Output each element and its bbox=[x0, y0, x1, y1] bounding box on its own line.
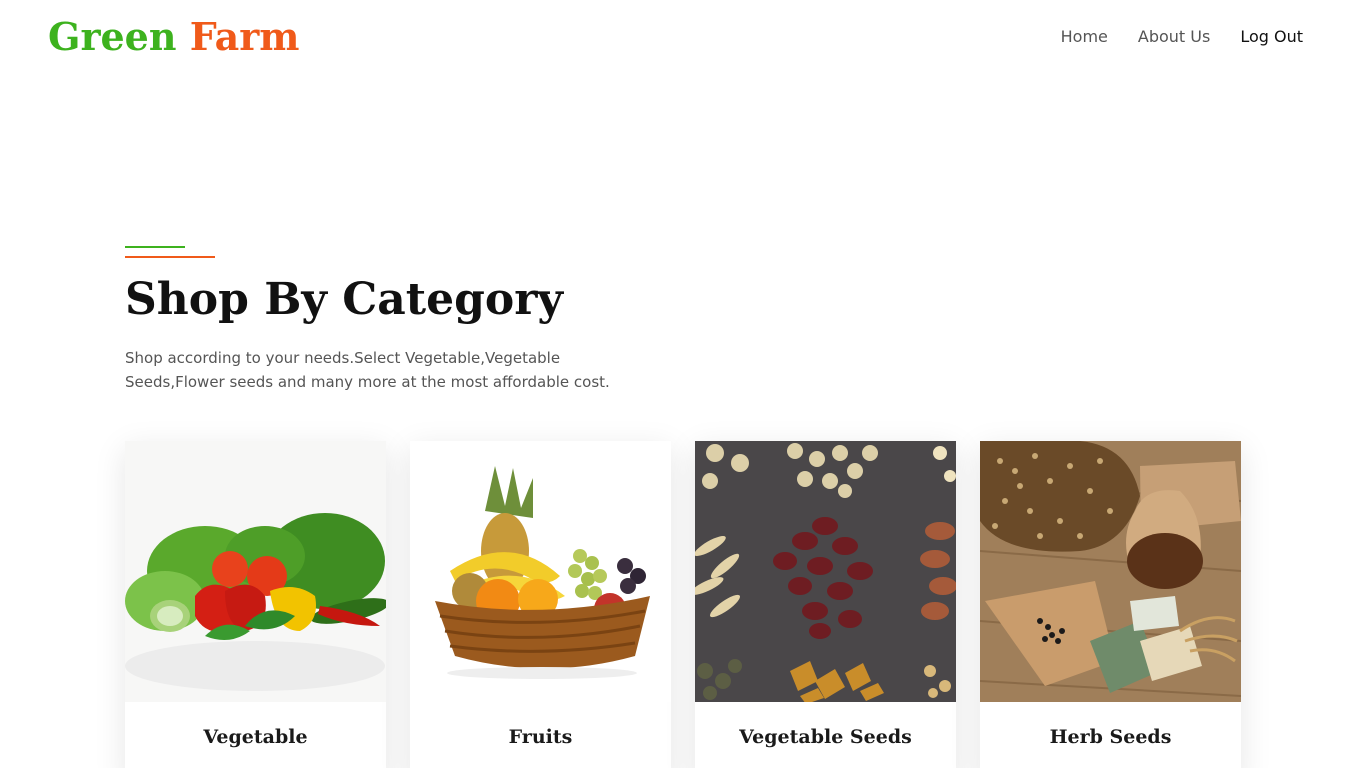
navbar: Green Farm Home About Us Log Out bbox=[0, 0, 1366, 80]
category-cards: Vegetable Fruits Vegetable Seeds Herb Se… bbox=[125, 441, 1241, 768]
vegetables-photo bbox=[125, 441, 386, 702]
brand-logo[interactable]: Green Farm bbox=[48, 14, 299, 59]
category-label: Herb Seeds bbox=[1049, 725, 1172, 748]
main-nav: Home About Us Log Out bbox=[1061, 27, 1303, 46]
category-label: Fruits bbox=[508, 725, 573, 748]
category-label: Vegetable bbox=[203, 725, 308, 748]
nav-logout-link[interactable]: Log Out bbox=[1240, 27, 1303, 46]
herb-seeds-photo bbox=[980, 441, 1241, 702]
brand-word-green: Green bbox=[48, 14, 177, 59]
heading-accent-green bbox=[125, 246, 185, 248]
category-label: Vegetable Seeds bbox=[739, 725, 912, 748]
nav-home-link[interactable]: Home bbox=[1061, 27, 1108, 46]
category-card-vegetable[interactable]: Vegetable bbox=[125, 441, 386, 768]
section-description: Shop according to your needs.Select Vege… bbox=[125, 349, 610, 391]
category-card-fruits[interactable]: Fruits bbox=[410, 441, 671, 768]
heading-accent-orange bbox=[125, 256, 215, 258]
category-card-herb-seeds[interactable]: Herb Seeds bbox=[980, 441, 1241, 768]
vegetable-seeds-photo bbox=[695, 441, 956, 702]
brand-word-farm: Farm bbox=[189, 14, 300, 59]
nav-about-link[interactable]: About Us bbox=[1138, 27, 1210, 46]
fruit-basket-photo bbox=[410, 441, 671, 702]
section-heading: Shop By Category bbox=[125, 274, 563, 325]
category-card-vegetable-seeds[interactable]: Vegetable Seeds bbox=[695, 441, 956, 768]
